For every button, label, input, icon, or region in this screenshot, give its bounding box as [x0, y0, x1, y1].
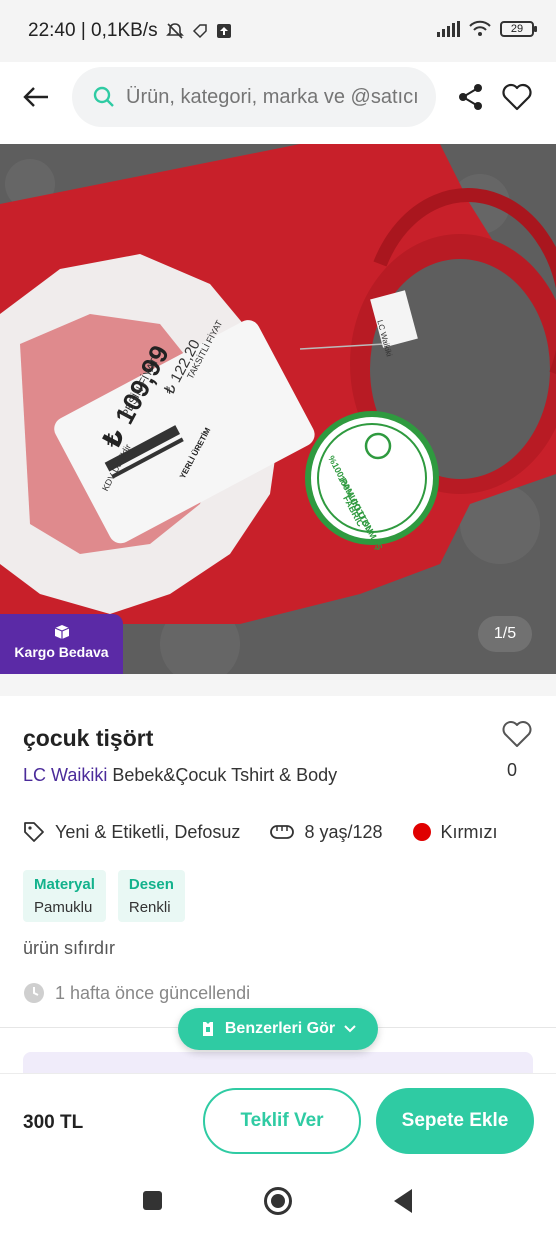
signal-icon	[437, 21, 460, 37]
updated-text: 1 hafta önce güncellendi	[55, 982, 251, 1003]
clock-icon	[24, 983, 44, 1003]
status-left: 22:40 | 0,1KB/s	[28, 20, 232, 42]
attribute-row: Yeni & Etiketli, Defosuz 8 yaş/128 Kırmı…	[23, 817, 543, 847]
search-icon	[93, 86, 114, 107]
condition-attr: Yeni & Etiketli, Defosuz	[23, 821, 240, 843]
product-image[interactable]: ₺ 109,99 PEŞİN FİYAT ₺ 122,20 TAKSİTLİ F…	[0, 144, 556, 674]
search-input[interactable]	[126, 85, 426, 109]
status-time-speed: 22:40 | 0,1KB/s	[28, 20, 158, 41]
color-attr: Kırmızı	[412, 821, 498, 843]
size-text: 8 yaş/128	[304, 821, 383, 842]
similar-items-button[interactable]: Benzerleri Gör	[178, 1008, 378, 1050]
free-shipping-badge: Kargo Bedava	[0, 614, 123, 674]
home-icon[interactable]	[264, 1187, 292, 1215]
product-price: 300 TL	[23, 1112, 84, 1133]
bottom-bar: 300 TL Teklif Ver Sepete Ekle	[0, 1073, 556, 1168]
spec-chip-pattern: Desen Renkli	[117, 870, 185, 922]
spec-chip-material: Materyal Pamuklu	[23, 870, 106, 922]
wifi-icon	[469, 20, 491, 36]
section-divider	[0, 674, 556, 696]
color-swatch	[412, 823, 431, 841]
spec-chip-title: Materyal	[34, 876, 95, 893]
box-icon	[54, 625, 69, 639]
back-button[interactable]	[18, 79, 54, 115]
recent-apps-icon[interactable]	[143, 1191, 162, 1210]
status-bar: 22:40 | 0,1KB/s 29	[0, 0, 556, 62]
chevron-down-icon	[344, 1025, 356, 1033]
spec-chip-title: Desen	[128, 876, 174, 893]
back-arrow-icon	[23, 87, 48, 107]
like-count: 0	[507, 760, 518, 780]
product-description: ürün sıfırdır	[23, 938, 116, 958]
system-nav-bar	[0, 1168, 556, 1235]
product-brand-line: LC Waikiki Bebek&Çocuk Tshirt & Body	[23, 765, 337, 786]
heart-icon[interactable]	[500, 80, 534, 114]
brand-link[interactable]: LC Waikiki	[23, 765, 107, 785]
nav-back-icon[interactable]	[394, 1189, 412, 1213]
tag-status-icon	[192, 24, 207, 39]
mute-bell-icon	[165, 23, 184, 39]
upload-status-icon	[216, 24, 231, 38]
header	[0, 62, 556, 144]
tape-measure-icon	[270, 825, 295, 839]
free-shipping-label: Kargo Bedava	[14, 644, 109, 660]
make-offer-button[interactable]: Teklif Ver	[203, 1088, 361, 1154]
status-right: 29	[437, 20, 537, 38]
share-icon[interactable]	[456, 82, 486, 112]
spec-chip-value: Pamuklu	[34, 899, 93, 916]
product-title: çocuk tişört	[23, 725, 154, 751]
spec-chips: Materyal Pamuklu Desen Renkli	[23, 870, 185, 922]
like-heart-icon[interactable]	[500, 718, 534, 750]
shirt-icon	[202, 1022, 213, 1036]
page-indicator: 1/5	[478, 616, 532, 652]
condition-text: Yeni & Etiketli, Defosuz	[55, 821, 241, 842]
tag-icon	[24, 822, 44, 842]
battery-icon: 29	[500, 21, 537, 37]
category-link[interactable]: Bebek&Çocuk Tshirt & Body	[112, 765, 337, 785]
similar-items-label: Benzerleri Gör	[224, 1020, 336, 1037]
add-to-cart-button[interactable]: Sepete Ekle	[376, 1088, 534, 1154]
color-text: Kırmızı	[440, 821, 498, 842]
spec-chip-value: Renkli	[128, 899, 171, 916]
search-box[interactable]	[72, 67, 436, 127]
updated-info: 1 hafta önce güncellendi	[23, 982, 250, 1004]
size-attr: 8 yaş/128	[270, 821, 383, 843]
product-photo	[0, 144, 556, 674]
